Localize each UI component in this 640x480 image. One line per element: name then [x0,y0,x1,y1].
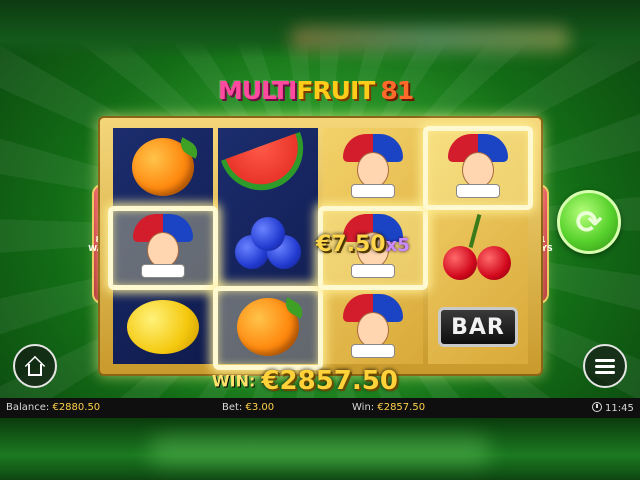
game-logo: MULTIFRUIT 81 [218,76,424,108]
balance-label: Balance: [6,402,50,413]
symbol-joker [113,208,213,286]
bet-readout: Bet: €3.00 [222,402,274,413]
symbol-orange [113,128,213,206]
clock-time: 11:45 [605,403,634,414]
lemon-icon [127,300,199,354]
symbol-joker [428,128,528,206]
balance-value: €2880.50 [52,402,101,413]
win-value: €2857.50 [377,402,426,413]
menu-button[interactable] [583,344,627,388]
symbol-joker [323,288,423,366]
line-win-display: €7.50x5 [316,232,466,260]
home-button[interactable] [13,344,57,388]
win-label: Win: [352,402,375,413]
joker-icon [341,294,405,360]
symbol-orange [218,288,318,366]
logo-number: 81 [380,76,414,105]
logo-multi: MULTI [218,76,297,105]
total-win-amount: €2857.50 [261,366,398,396]
symbol-watermelon [218,128,318,206]
balance-readout: Balance: €2880.50 [6,402,100,413]
top-blur-decoration [290,26,570,52]
clock-icon [592,402,602,412]
symbol-lemon [113,288,213,366]
home-icon [24,355,46,377]
symbol-blueberries [218,208,318,286]
joker-icon [341,134,405,200]
orange-icon [237,297,307,356]
joker-icon [446,134,510,200]
refresh-arrows-icon: ⟳ [575,203,603,241]
spin-button[interactable]: ⟳ [557,190,621,254]
symbol-bar: BAR [428,288,528,366]
bar-icon: BAR [438,307,518,347]
clock: 11:45 [592,402,634,414]
total-win-label: WIN: [212,371,256,391]
win-readout: Win: €2857.50 [352,402,425,413]
watermelon-icon [221,131,315,203]
joker-icon [131,214,195,280]
line-win-multiplier: x5 [385,235,410,256]
hamburger-menu-icon [595,356,615,377]
bet-value: €3.00 [245,402,275,413]
line-win-amount: €7.50 [316,232,386,257]
blueberries-icon [231,217,305,277]
bottom-blur-decoration [150,436,490,466]
orange-icon [132,137,202,196]
status-bar: Balance: €2880.50 Bet: €3.00 Win: €2857.… [0,398,640,418]
bet-label: Bet: [222,402,243,413]
symbol-joker [323,128,423,206]
total-win-display: WIN: €2857.50 [212,366,432,396]
logo-fruit: FRUIT [296,76,375,105]
